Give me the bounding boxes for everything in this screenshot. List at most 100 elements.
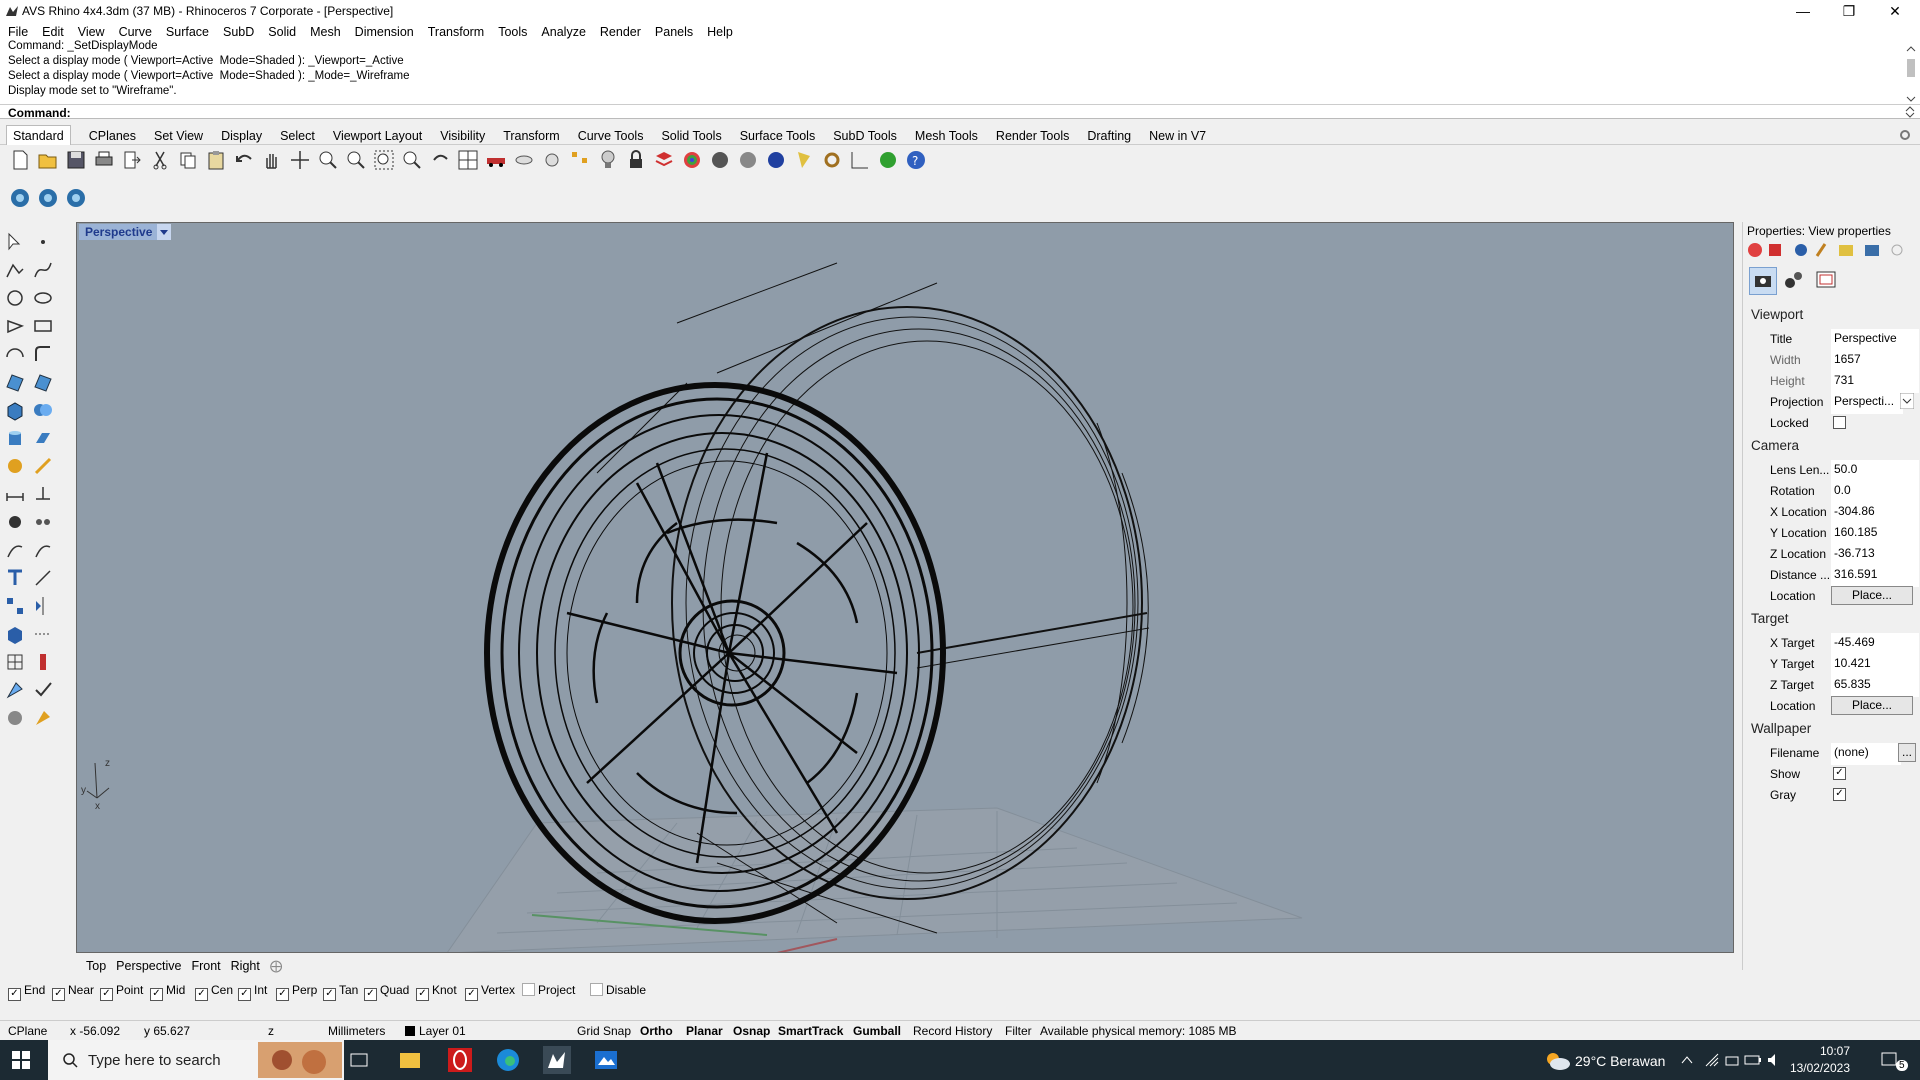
osnap-checkbox[interactable]: ✓	[465, 988, 478, 1001]
circle-icon[interactable]	[4, 287, 26, 309]
clock-time[interactable]: 10:07	[1800, 1044, 1850, 1058]
osnap-project[interactable]: Project	[522, 983, 575, 997]
app-window-icon[interactable]	[592, 1046, 620, 1074]
prop-xlocation-field[interactable]: -304.86	[1831, 502, 1919, 524]
menu-mesh[interactable]: Mesh	[302, 22, 347, 39]
split-icon[interactable]	[32, 567, 54, 589]
tab-surface-tools[interactable]: Surface Tools	[740, 126, 816, 143]
viewport-menu-button[interactable]	[157, 224, 171, 240]
osnap-checkbox[interactable]: ✓	[52, 988, 65, 1001]
record-history-toggle[interactable]: Record History	[913, 1024, 992, 1038]
osnap-checkbox[interactable]: ✓	[195, 988, 208, 1001]
windows-start-icon[interactable]	[12, 1051, 30, 1069]
osnap-toggle[interactable]: Osnap	[733, 1024, 770, 1038]
undo-view-icon[interactable]	[428, 148, 452, 172]
tab-transform[interactable]: Transform	[503, 126, 560, 143]
viewport-tab-top[interactable]: Top	[86, 959, 106, 973]
tray-expand-icon[interactable]	[1680, 1054, 1694, 1066]
osnap-checkbox[interactable]: ✓	[323, 988, 336, 1001]
shaded-sphere-icon[interactable]	[736, 148, 760, 172]
surface-icon[interactable]	[4, 371, 26, 393]
tab-solid-tools[interactable]: Solid Tools	[661, 126, 721, 143]
osnap-checkbox[interactable]	[590, 983, 603, 996]
prop-ztarget-field[interactable]: 65.835	[1831, 675, 1919, 697]
dimension-tool-icon[interactable]	[4, 483, 26, 505]
viewport-tab-perspective[interactable]: Perspective	[116, 959, 181, 973]
filter-toggle[interactable]: Filter	[1005, 1024, 1032, 1038]
input-method-icon[interactable]	[1724, 1052, 1740, 1068]
ortho-toggle[interactable]: Ortho	[640, 1024, 673, 1038]
menu-view[interactable]: View	[70, 22, 111, 39]
osnap-near[interactable]: ✓ Near	[52, 983, 94, 1001]
prop-width-field[interactable]: 1657	[1831, 350, 1919, 372]
export-icon[interactable]	[120, 148, 144, 172]
tab-mesh-tools[interactable]: Mesh Tools	[915, 126, 978, 143]
tab-select[interactable]: Select	[280, 126, 315, 143]
menu-analyze[interactable]: Analyze	[533, 22, 591, 39]
rhino-taskbar-icon[interactable]	[543, 1046, 571, 1074]
file-explorer-icon[interactable]	[396, 1046, 424, 1074]
gear-icon[interactable]	[1898, 128, 1912, 142]
osnap-checkbox[interactable]: ✓	[364, 988, 377, 1001]
prop-title-field[interactable]: Perspective	[1831, 329, 1919, 351]
minimize-button[interactable]: —	[1780, 0, 1826, 22]
menu-dimension[interactable]: Dimension	[347, 22, 420, 39]
point-icon[interactable]	[32, 231, 54, 253]
close-button[interactable]: ✕	[1872, 0, 1918, 22]
polygon-icon[interactable]	[4, 315, 26, 337]
osnap-quad[interactable]: ✓ Quad	[364, 983, 409, 1001]
menu-surface[interactable]: Surface	[158, 22, 215, 39]
osnap-checkbox[interactable]: ✓	[100, 988, 113, 1001]
gray-checkbox[interactable]: ✓	[1833, 788, 1846, 801]
show-checkbox[interactable]: ✓	[1833, 767, 1846, 780]
tab-display[interactable]: Display	[221, 126, 262, 143]
select-arrow-icon[interactable]	[4, 231, 26, 253]
planar-toggle[interactable]: Planar	[686, 1024, 723, 1038]
extrude-icon[interactable]	[32, 427, 54, 449]
menu-solid[interactable]: Solid	[260, 22, 302, 39]
edge-icon[interactable]	[494, 1046, 522, 1074]
menu-help[interactable]: Help	[699, 22, 739, 39]
viewport-tab-right[interactable]: Right	[231, 959, 260, 973]
viewport-title[interactable]: Perspective	[79, 224, 159, 240]
osnap-checkbox[interactable]: ✓	[276, 988, 289, 1001]
menu-render[interactable]: Render	[592, 22, 647, 39]
zoom-selected-icon[interactable]	[400, 148, 424, 172]
color-wheel-icon[interactable]	[680, 148, 704, 172]
named-views-tab[interactable]	[1781, 267, 1807, 293]
opera-icon[interactable]	[446, 1046, 474, 1074]
rotate-view-icon[interactable]	[288, 148, 312, 172]
osnap-checkbox[interactable]	[522, 983, 535, 996]
osnap-checkbox[interactable]: ✓	[8, 988, 21, 1001]
dimension-icon[interactable]	[848, 148, 872, 172]
tab-subd-tools[interactable]: SubD Tools	[833, 126, 897, 143]
taskbar-search[interactable]: Type here to search	[48, 1040, 344, 1080]
open-icon[interactable]	[36, 148, 60, 172]
curve-icon[interactable]	[32, 259, 54, 281]
paint-icon[interactable]	[32, 707, 54, 729]
tab-viewport-layout[interactable]: Viewport Layout	[333, 126, 422, 143]
wallpaper-tab[interactable]	[1813, 267, 1839, 293]
osnap-mid[interactable]: ✓ Mid	[150, 983, 185, 1001]
osnap-point[interactable]: ✓ Point	[100, 983, 143, 1001]
prop-lens-field[interactable]: 50.0	[1831, 460, 1919, 482]
grid-dots-icon[interactable]	[32, 623, 54, 645]
analyze-icon[interactable]	[4, 679, 26, 701]
new-file-icon[interactable]	[8, 148, 32, 172]
undo-icon[interactable]	[232, 148, 256, 172]
add-viewport-icon[interactable]: ⨁	[270, 958, 283, 973]
grid-snap-toggle[interactable]: Grid Snap	[577, 1024, 631, 1038]
cylinder-icon[interactable]	[4, 427, 26, 449]
cplane-label[interactable]: CPlane	[8, 1024, 47, 1038]
menu-curve[interactable]: Curve	[111, 22, 158, 39]
battery-icon[interactable]	[1744, 1052, 1762, 1068]
tab-set-view[interactable]: Set View	[154, 126, 203, 143]
prop-ytarget-field[interactable]: 10.421	[1831, 654, 1919, 676]
mesh-icon[interactable]	[4, 455, 26, 477]
command-spin-icon[interactable]	[1904, 106, 1916, 118]
prop-filename-field[interactable]: (none)	[1831, 743, 1901, 765]
arc-icon[interactable]	[4, 343, 26, 365]
prop-distance-field[interactable]: 316.591	[1831, 565, 1919, 587]
browse-button[interactable]: ...	[1898, 743, 1916, 762]
command-scrollbar[interactable]	[1904, 45, 1918, 103]
